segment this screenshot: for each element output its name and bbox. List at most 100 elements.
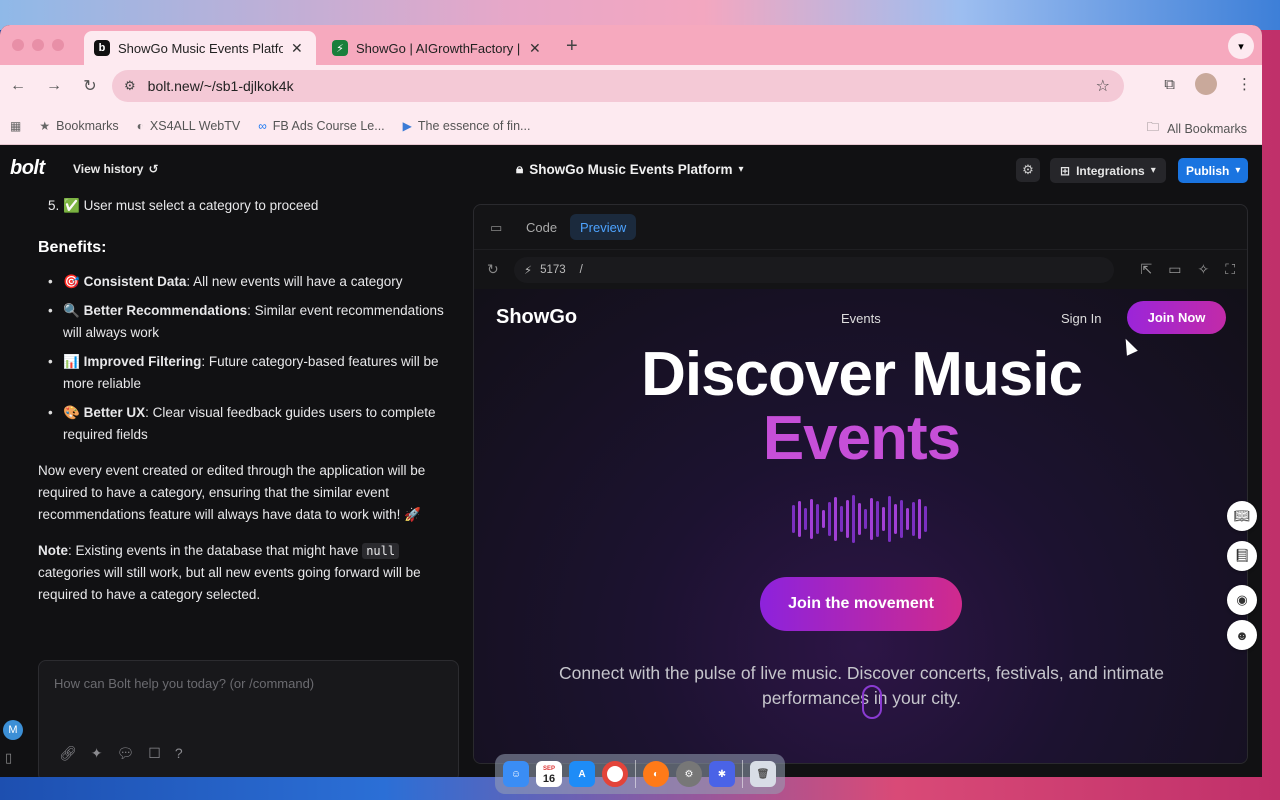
project-title-dropdown[interactable]: 🔒︎ ShowGo Music Events Platform ▾ [516,161,744,177]
wave-bar [804,508,807,530]
new-tab-button[interactable]: + [566,35,578,58]
dock-separator [742,760,743,788]
profile-avatar[interactable] [1195,73,1217,95]
wave-bar [822,510,825,528]
chat-input-box[interactable]: How can Bolt help you today? (or /comman… [38,660,459,777]
site-settings-icon[interactable]: ⚙ [124,78,136,94]
star-icon: ★ [39,118,51,133]
nav-events-link[interactable]: Events [841,311,881,326]
preview-url[interactable]: ⚡ 5173 / [514,257,1114,283]
system-settings-icon[interactable]: ⚙ [676,761,702,787]
tab-code[interactable]: Code [516,214,567,240]
publish-button[interactable]: Publish ▾ [1178,158,1249,183]
enhance-sparkle-icon[interactable]: ✦ [91,745,103,762]
open-external-icon[interactable]: ⇱ [1140,261,1152,278]
browser-tab[interactable]: ⚡ ShowGo | AIGrowthFactory | S ✕ [322,31,554,65]
tab-title: ShowGo | AIGrowthFactory | S [356,40,521,56]
port-number: 5173 [540,264,566,276]
close-tab-icon[interactable]: ✕ [529,40,541,57]
bookmark-item[interactable]: ▶ The essence of fin... [403,119,531,133]
assistant-bot-icon[interactable]: ☻ [1227,620,1257,650]
more-menu-icon[interactable]: ⋮ [1237,75,1252,93]
close-window-button[interactable] [12,39,24,51]
calendar-icon[interactable]: SEP 16 [536,761,562,787]
chat-input-placeholder[interactable]: How can Bolt help you today? (or /comman… [54,676,314,691]
bookmark-star-icon[interactable]: ☆ [1096,76,1110,96]
tab-search-chevron-icon[interactable]: ▾ [1228,33,1254,59]
hero-title-line2: Events [762,404,961,473]
join-movement-button[interactable]: Join the movement [760,577,962,631]
reload-icon[interactable]: ↻ [72,76,108,96]
settings-gear-button[interactable]: ⚙ [1016,158,1040,182]
discuss-icon[interactable]: 💬︎ [117,745,135,762]
join-now-button[interactable]: Join Now [1127,301,1226,334]
app-icon[interactable]: ✱ [709,761,735,787]
browser-toolbar: ← → ↻ ⚙ bolt.new/~/sb1-djlkok4k ☆ ⧉ ⋮ [0,65,1262,107]
preview-path: / [579,264,583,276]
site-logo[interactable]: ShowGo [496,306,577,329]
fullscreen-icon[interactable]: ⛶ [1225,261,1235,278]
app-header: bolt View history ↺ 🔒︎ ShowGo Music Events… [0,145,1262,195]
docs-book-icon[interactable]: 📖︎ [1227,501,1257,531]
summary-paragraph: Now every event created or edited throug… [38,463,426,522]
bookmark-item[interactable]: ∞ FB Ads Course Le... [258,119,384,133]
bolt-logo[interactable]: bolt [10,157,45,180]
trash-icon[interactable]: 🗑︎ [750,761,776,787]
color-wheel-icon[interactable]: ◉ [1227,585,1257,615]
bookmark-item[interactable]: ★ Bookmarks [39,119,118,133]
finder-icon[interactable]: ☺ [503,761,529,787]
device-toggle-icon[interactable]: ▭ [1168,261,1181,278]
guide-book-icon[interactable]: 📘︎ [1227,541,1257,571]
edit-icon[interactable]: ☐ [148,745,161,762]
preview-pane: ▭ Code Preview ↻ ⚡ 5173 / ⇱ ▭ ✧ ⛶ ShowGo… [473,204,1248,764]
folder-icon: 🗀 [1146,120,1160,134]
benefit-item: 📊 Improved Filtering: Future category-ba… [48,351,458,395]
wave-bar [816,504,819,534]
sound-wave-icon [792,495,927,543]
browser-tab-active[interactable]: b ShowGo Music Events Platform ✕ [84,31,316,65]
wave-bar [852,495,855,543]
maximize-window-button[interactable] [52,39,64,51]
integrations-button[interactable]: ⊞ Integrations ▾ [1050,158,1166,183]
attach-link-icon[interactable]: 🔗︎ [59,745,77,762]
benefits-heading: Benefits: [38,239,107,256]
firefox-icon[interactable]: ◐ [643,761,669,787]
user-avatar[interactable]: M [3,720,23,740]
note-paragraph: Note: Existing events in the database th… [38,543,421,602]
view-history-button[interactable]: View history ↺ [73,162,159,176]
extensions-icon[interactable]: ⧉ [1164,76,1175,93]
sidebar-toggle-icon[interactable]: ▯ [5,750,12,766]
forward-arrow-icon[interactable]: → [36,77,72,95]
benefits-list: 🎯 Consistent Data: All new events will h… [48,271,458,446]
history-icon: ↺ [148,162,159,176]
inspect-cursor-icon[interactable]: ✧ [1197,261,1209,278]
window-controls [12,39,64,51]
bolt-favicon-icon: b [94,40,110,56]
preview-tabs: ▭ Code Preview [474,205,1247,249]
close-tab-icon[interactable]: ✕ [291,40,303,57]
help-icon[interactable]: ? [175,745,183,762]
panel-toggle-icon[interactable]: ▭ [490,220,502,236]
chat-toolbar: 🔗︎ ✦ 💬︎ ☐ ? [59,745,183,762]
video-icon: ▶ [402,118,412,133]
all-bookmarks[interactable]: 🗀 All Bookmarks [1147,118,1247,139]
chrome-icon[interactable] [602,761,628,787]
address-bar[interactable]: ⚙ bolt.new/~/sb1-djlkok4k ☆ [112,70,1124,102]
bookmark-item[interactable]: ◐ XS4ALL WebTV [137,119,241,133]
minimize-window-button[interactable] [32,39,44,51]
wave-bar [906,508,909,530]
showgo-site: ShowGo Events Sign In Join Now Discover … [474,289,1247,763]
back-arrow-icon[interactable]: ← [0,77,36,95]
reload-icon[interactable]: ↻ [487,261,499,278]
tab-preview[interactable]: Preview [570,214,637,240]
url-text[interactable]: bolt.new/~/sb1-djlkok4k [148,78,294,94]
wave-bar [900,500,903,538]
app-store-icon[interactable]: A [569,761,595,787]
wave-bar [858,503,861,535]
wave-bar [846,500,849,538]
nav-signin-link[interactable]: Sign In [1061,311,1101,326]
preview-address-bar: ↻ ⚡ 5173 / ⇱ ▭ ✧ ⛶ [474,249,1247,289]
benefit-item: 🎨 Better UX: Clear visual feedback guide… [48,402,458,446]
apps-grid-icon[interactable]: ▦ [10,119,21,133]
preview-actions: ⇱ ▭ ✧ ⛶ [1140,261,1235,278]
